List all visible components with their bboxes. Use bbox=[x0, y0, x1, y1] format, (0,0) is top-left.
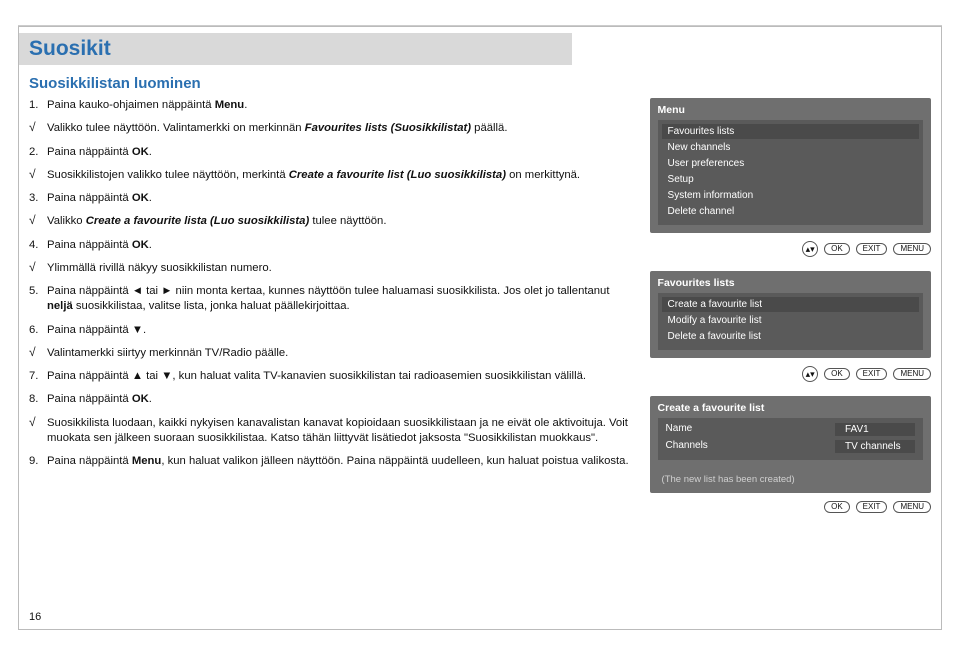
result-8: √ Suosikkilista luodaan, kaikki nykyisen… bbox=[29, 416, 632, 447]
page-title: Suosikit bbox=[29, 37, 111, 60]
page-frame: Suosikit Suosikkilistan luominen 1. Pain… bbox=[18, 26, 942, 630]
result-3: √ Valikko Create a favourite lista (Luo … bbox=[29, 214, 632, 229]
ok-pill: OK bbox=[824, 501, 850, 513]
create-row-name: Name FAV1 bbox=[662, 421, 919, 438]
updown-icon: ▴▾ bbox=[802, 241, 818, 257]
fav-item: Create a favourite list bbox=[662, 297, 919, 312]
menu-item: Favourites lists bbox=[662, 124, 919, 139]
result-6: √ Valintamerkki siirtyy merkinnän TV/Rad… bbox=[29, 346, 632, 361]
step-5: 5. Paina näppäintä ◄ tai ► niin monta ke… bbox=[29, 284, 632, 315]
create-panel-title: Create a favourite list bbox=[658, 402, 923, 414]
up-arrow-icon: ▲ bbox=[132, 370, 143, 382]
exit-pill: EXIT bbox=[856, 368, 888, 380]
step-8: 8. Paina näppäintä OK. bbox=[29, 392, 632, 407]
ok-pill: OK bbox=[824, 243, 850, 255]
fav-item: Modify a favourite list bbox=[662, 313, 919, 328]
menu-panel-title: Menu bbox=[658, 104, 923, 116]
section-title: Suosikkilistan luominen bbox=[29, 75, 941, 92]
check-icon: √ bbox=[29, 346, 47, 361]
menu-item: Delete channel bbox=[662, 204, 919, 219]
menu-panel: Menu Favourites lists New channels User … bbox=[650, 98, 931, 233]
left-arrow-icon: ◄ bbox=[132, 285, 143, 297]
check-icon: √ bbox=[29, 261, 47, 276]
control-row: ▴▾ OK EXIT MENU bbox=[650, 241, 931, 257]
check-icon: √ bbox=[29, 214, 47, 229]
favlists-panel-title: Favourites lists bbox=[658, 277, 923, 289]
check-icon: √ bbox=[29, 416, 47, 447]
step-1: 1. Paina kauko-ohjaimen näppäintä Menu. bbox=[29, 98, 632, 113]
step-3: 3. Paina näppäintä OK. bbox=[29, 191, 632, 206]
menu-item: Setup bbox=[662, 172, 919, 187]
create-panel: Create a favourite list Name FAV1 Channe… bbox=[650, 396, 931, 493]
down-arrow-icon: ▼ bbox=[132, 324, 143, 336]
heading-band: Suosikit bbox=[19, 33, 572, 65]
create-note: (The new list has been created) bbox=[658, 460, 923, 485]
right-arrow-icon: ► bbox=[161, 285, 172, 297]
control-row: OK EXIT MENU bbox=[650, 501, 931, 513]
updown-icon: ▴▾ bbox=[802, 366, 818, 382]
menu-item: System information bbox=[662, 188, 919, 203]
fav-item: Delete a favourite list bbox=[662, 329, 919, 344]
menu-item: User preferences bbox=[662, 156, 919, 171]
ok-pill: OK bbox=[824, 368, 850, 380]
result-1: √ Valikko tulee näyttöön. Valintamerkki … bbox=[29, 121, 632, 136]
exit-pill: EXIT bbox=[856, 243, 888, 255]
menu-pill: MENU bbox=[893, 368, 931, 380]
step-7: 7. Paina näppäintä ▲ tai ▼, kun haluat v… bbox=[29, 369, 632, 384]
step-2: 2. Paina näppäintä OK. bbox=[29, 145, 632, 160]
down-arrow-icon: ▼ bbox=[161, 370, 172, 382]
menu-pill: MENU bbox=[893, 243, 931, 255]
create-row-channels: Channels TV channels bbox=[662, 438, 919, 455]
step-6: 6. Paina näppäintä ▼. bbox=[29, 323, 632, 338]
menu-pill: MENU bbox=[893, 501, 931, 513]
tabs-row bbox=[18, 0, 942, 26]
favlists-panel: Favourites lists Create a favourite list… bbox=[650, 271, 931, 358]
check-icon: √ bbox=[29, 121, 47, 136]
step-4: 4. Paina näppäintä OK. bbox=[29, 238, 632, 253]
result-4: √ Ylimmällä rivillä näkyy suosikkilistan… bbox=[29, 261, 632, 276]
result-2: √ Suosikkilistojen valikko tulee näyttöö… bbox=[29, 168, 632, 183]
check-icon: √ bbox=[29, 168, 47, 183]
step-9: 9. Paina näppäintä Menu, kun haluat vali… bbox=[29, 454, 632, 469]
menu-item: New channels bbox=[662, 140, 919, 155]
instructions-column: 1. Paina kauko-ohjaimen näppäintä Menu. … bbox=[19, 98, 644, 640]
page-number: 16 bbox=[29, 611, 41, 623]
control-row: ▴▾ OK EXIT MENU bbox=[650, 366, 931, 382]
exit-pill: EXIT bbox=[856, 501, 888, 513]
screens-column: Menu Favourites lists New channels User … bbox=[644, 98, 941, 640]
